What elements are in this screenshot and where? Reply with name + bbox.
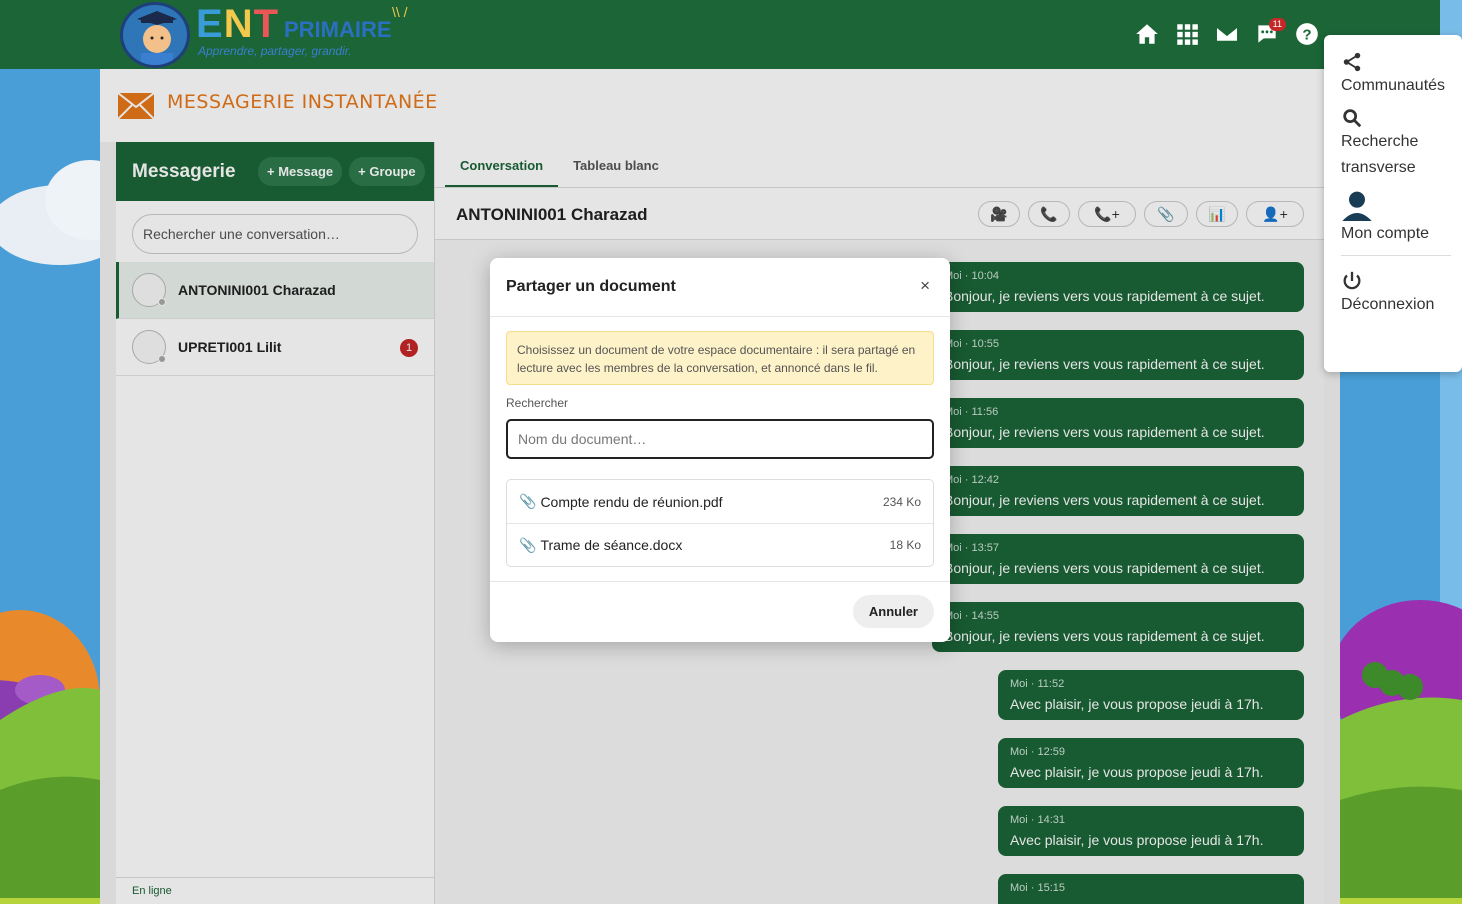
share-document-dialog: Partager un document × Choisissez un doc… [490, 258, 950, 642]
mail-icon[interactable] [1214, 20, 1240, 48]
logo-mascot-icon [120, 2, 190, 68]
svg-text:?: ? [1302, 26, 1311, 43]
document-name: Trame de séance.docx [540, 537, 683, 553]
menu-item-deconnexion[interactable]: Déconnexion [1341, 270, 1462, 318]
share-icon [1343, 52, 1361, 72]
help-icon[interactable]: ? [1294, 20, 1320, 48]
home-icon[interactable] [1134, 20, 1160, 48]
document-name: Compte rendu de réunion.pdf [540, 493, 723, 510]
ent-logo[interactable]: ENT PRIMAIRE Apprendre, partager, grandi… [118, 0, 418, 69]
menu-divider [1341, 255, 1451, 256]
document-size: 18 Ko [889, 538, 921, 552]
document-size: 234 Ko [882, 494, 921, 509]
menu-item-mon-compte[interactable]: Mon compte [1341, 189, 1462, 247]
menu-item-label: Communautés [1341, 77, 1446, 94]
document-list: 📎 Compte rendu de réunion.pdf 234 Ko 📎 T… [506, 479, 934, 567]
menu-item-communautes[interactable]: Communautés [1341, 51, 1462, 99]
dialog-header: Partager un document × [490, 258, 950, 317]
cancel-button[interactable]: Annuler [852, 595, 934, 628]
chat-badge: 11 [1268, 18, 1286, 31]
header-nav-icons: 11 ? [1134, 18, 1320, 48]
menu-item-label: Déconnexion [1341, 296, 1435, 313]
user-icon [1342, 191, 1372, 221]
document-item[interactable]: 📎 Trame de séance.docx 18 Ko [507, 523, 933, 566]
menu-item-label: Mon compte [1341, 225, 1430, 242]
top-header: ENT PRIMAIRE Apprendre, partager, grandi… [0, 0, 1440, 69]
chat-icon[interactable]: 11 [1254, 18, 1286, 48]
apps-grid-icon[interactable] [1174, 20, 1200, 48]
info-notice: Choisissez un document de votre espace d… [506, 331, 934, 385]
search-icon [1343, 109, 1362, 128]
logo-primaire-text: PRIMAIRE [284, 17, 392, 42]
dialog-title: Partager un document [506, 278, 676, 295]
document-search-input[interactable]: Nom du document… [506, 419, 934, 459]
menu-item-label: Recherche transverse [1341, 133, 1419, 176]
dialog-footer: Annuler [490, 581, 950, 642]
logo-sparkle-icon: \\ / [392, 4, 408, 20]
paperclip-icon: 📎 [519, 536, 537, 553]
menu-item-recherche[interactable]: Recherche transverse [1341, 107, 1462, 181]
user-dropdown-menu: Communautés Recherche transverse Mon com… [1324, 35, 1462, 372]
document-item[interactable]: 📎 Compte rendu de réunion.pdf 234 Ko [507, 480, 933, 523]
logo-ent-text: ENT [196, 2, 280, 46]
power-icon [1343, 271, 1361, 290]
paperclip-icon: 📎 [519, 493, 537, 509]
close-icon[interactable]: × [920, 276, 930, 296]
logo-tagline: Apprendre, partager, grandir. [198, 44, 352, 58]
search-label: Rechercher [506, 396, 569, 410]
